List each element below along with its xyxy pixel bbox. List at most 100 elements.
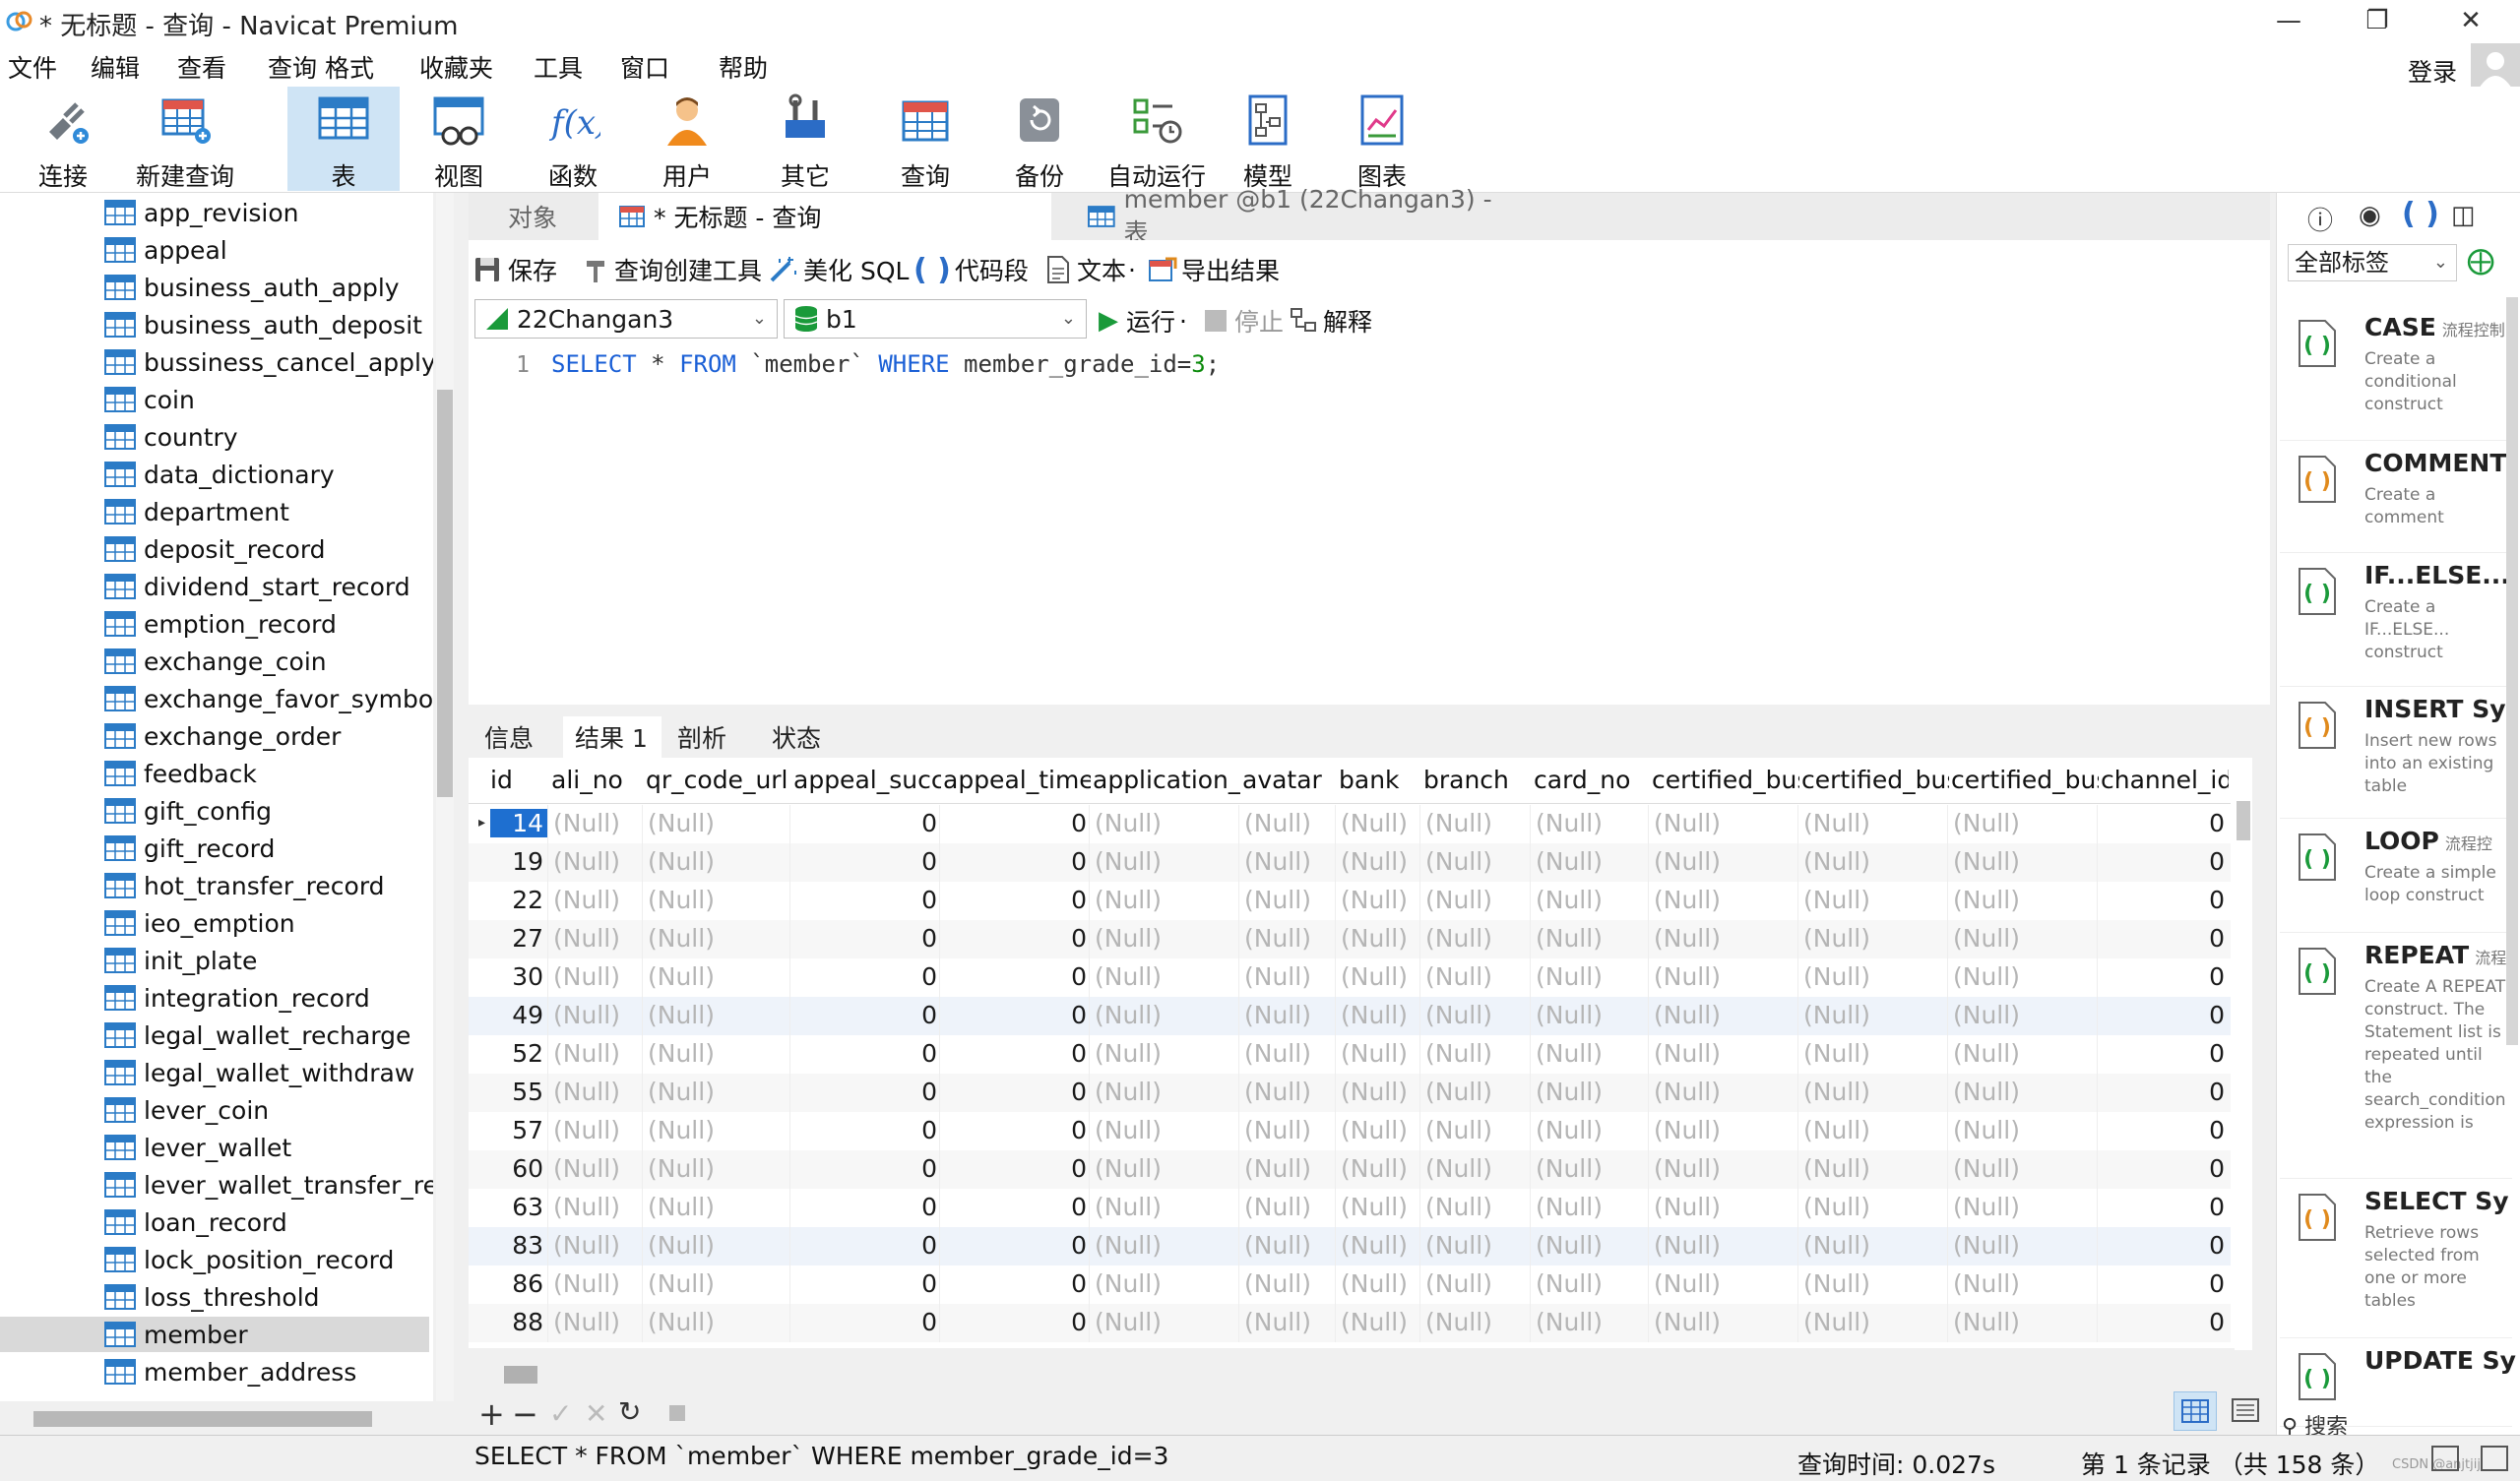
- null-cell[interactable]: (Null): [1244, 886, 1335, 914]
- null-cell[interactable]: (Null): [1244, 1001, 1335, 1029]
- sidebar-table-item[interactable]: exchange_order: [104, 718, 341, 754]
- null-cell[interactable]: (Null): [553, 1308, 642, 1336]
- null-cell[interactable]: (Null): [1095, 1116, 1238, 1144]
- stop-icon[interactable]: [669, 1405, 685, 1421]
- sidebar-table-item[interactable]: emption_record: [104, 606, 337, 642]
- sidebar-table-item[interactable]: lock_position_record: [104, 1242, 394, 1277]
- null-cell[interactable]: (Null): [1654, 1308, 1797, 1336]
- sidebar-table-item[interactable]: integration_record: [104, 980, 370, 1016]
- null-cell[interactable]: (Null): [1536, 1269, 1648, 1298]
- null-cell[interactable]: (Null): [1425, 1269, 1530, 1298]
- sidebar-table-item[interactable]: hot_transfer_record: [104, 868, 385, 903]
- numeric-cell[interactable]: 0: [793, 847, 937, 876]
- sidebar-table-item[interactable]: loan_record: [104, 1204, 287, 1240]
- toolbar-autorun-button[interactable]: 自动运行: [1102, 87, 1211, 191]
- null-cell[interactable]: (Null): [1341, 1193, 1419, 1221]
- null-cell[interactable]: (Null): [1953, 1231, 2097, 1260]
- id-cell[interactable]: 60: [490, 1154, 547, 1183]
- null-cell[interactable]: (Null): [1425, 1308, 1530, 1336]
- sidebar-hscroll-thumb[interactable]: [33, 1411, 372, 1427]
- null-cell[interactable]: (Null): [1953, 1001, 2097, 1029]
- numeric-cell[interactable]: 0: [943, 1039, 1087, 1068]
- sidebar-table-item[interactable]: exchange_favor_symbol: [104, 681, 433, 716]
- eye-icon[interactable]: ◉: [2359, 201, 2381, 230]
- null-cell[interactable]: (Null): [1425, 1231, 1530, 1260]
- toolbar-table-button[interactable]: 表: [287, 87, 400, 191]
- sidebar-table-item[interactable]: department: [104, 494, 289, 529]
- numeric-cell[interactable]: 0: [2101, 1039, 2225, 1068]
- numeric-cell[interactable]: 0: [943, 809, 1087, 837]
- snippet-item[interactable]: ( ) REPEAT 流程 Create A REPEAT construct. Th…: [2280, 941, 2512, 1179]
- null-cell[interactable]: (Null): [1536, 1193, 1648, 1221]
- null-cell[interactable]: (Null): [1536, 1001, 1648, 1029]
- toolbar-connect-button[interactable]: 连接: [14, 87, 112, 191]
- menu-file[interactable]: 文件: [8, 49, 57, 85]
- numeric-cell[interactable]: 0: [943, 1001, 1087, 1029]
- sidebar-table-item[interactable]: coin: [104, 382, 195, 417]
- sidebar-table-item[interactable]: init_plate: [104, 943, 257, 978]
- null-cell[interactable]: (Null): [648, 962, 789, 991]
- column-header[interactable]: channel_id: [2101, 766, 2229, 794]
- null-cell[interactable]: (Null): [1244, 1078, 1335, 1106]
- null-cell[interactable]: (Null): [1341, 886, 1419, 914]
- snippet-item[interactable]: ( ) INSERT Sy Insert new rows into an exis…: [2280, 695, 2512, 819]
- tab-profile[interactable]: 剖析: [665, 716, 754, 758]
- sidebar-table-item[interactable]: dividend_start_record: [104, 569, 410, 604]
- explain-button[interactable]: 解释: [1290, 303, 1372, 339]
- toolbar-others-button[interactable]: 其它: [756, 87, 854, 191]
- sidebar-table-item[interactable]: lever_wallet_transfer_recc: [104, 1167, 433, 1203]
- numeric-cell[interactable]: 0: [793, 1231, 937, 1260]
- null-cell[interactable]: (Null): [1425, 886, 1530, 914]
- sidebar-table-item[interactable]: legal_wallet_recharge: [104, 1018, 410, 1053]
- grid-hscrollbar[interactable]: [469, 1362, 2270, 1386]
- id-cell[interactable]: 27: [490, 924, 547, 953]
- numeric-cell[interactable]: 0: [943, 847, 1087, 876]
- tab-result-1[interactable]: 结果 1: [563, 716, 662, 758]
- sidebar-table-item[interactable]: exchange_coin: [104, 644, 327, 679]
- sidebar-table-item[interactable]: lever_coin: [104, 1092, 269, 1128]
- discard-x-icon[interactable]: ✕: [585, 1397, 607, 1430]
- numeric-cell[interactable]: 0: [793, 1308, 937, 1336]
- numeric-cell[interactable]: 0: [793, 1039, 937, 1068]
- numeric-cell[interactable]: 0: [943, 962, 1087, 991]
- null-cell[interactable]: (Null): [1341, 1039, 1419, 1068]
- column-header[interactable]: id: [490, 766, 549, 794]
- null-cell[interactable]: (Null): [1341, 1078, 1419, 1106]
- sidebar-table-item[interactable]: member_address: [104, 1354, 356, 1389]
- null-cell[interactable]: (Null): [1341, 924, 1419, 953]
- id-cell[interactable]: 55: [490, 1078, 547, 1106]
- null-cell[interactable]: (Null): [1953, 1078, 2097, 1106]
- null-cell[interactable]: (Null): [1095, 962, 1238, 991]
- null-cell[interactable]: (Null): [553, 1193, 642, 1221]
- null-cell[interactable]: (Null): [1425, 924, 1530, 953]
- null-cell[interactable]: (Null): [648, 1078, 789, 1106]
- grid-hscroll-thumb[interactable]: [504, 1366, 537, 1384]
- null-cell[interactable]: (Null): [648, 1001, 789, 1029]
- id-cell[interactable]: 86: [490, 1269, 547, 1298]
- null-cell[interactable]: (Null): [1953, 847, 2097, 876]
- null-cell[interactable]: (Null): [553, 1269, 642, 1298]
- null-cell[interactable]: (Null): [1803, 1039, 1947, 1068]
- null-cell[interactable]: (Null): [553, 962, 642, 991]
- null-cell[interactable]: (Null): [1803, 1078, 1947, 1106]
- null-cell[interactable]: (Null): [1095, 1001, 1238, 1029]
- null-cell[interactable]: (Null): [1953, 1269, 2097, 1298]
- info-icon[interactable]: ⓘ: [2307, 201, 2333, 237]
- panel-toggle-icon[interactable]: [2431, 1446, 2459, 1471]
- add-row-icon[interactable]: +: [478, 1395, 505, 1433]
- numeric-cell[interactable]: 0: [793, 1154, 937, 1183]
- toolbar-chart-button[interactable]: 图表: [1333, 87, 1431, 191]
- layout-icon[interactable]: ◫: [2451, 201, 2476, 230]
- numeric-cell[interactable]: 0: [793, 1193, 937, 1221]
- toolbar-view-button[interactable]: 视图: [410, 87, 508, 191]
- null-cell[interactable]: (Null): [1654, 809, 1797, 837]
- null-cell[interactable]: (Null): [1095, 1269, 1238, 1298]
- null-cell[interactable]: (Null): [1244, 1154, 1335, 1183]
- sidebar-table-item[interactable]: loss_threshold: [104, 1279, 320, 1315]
- null-cell[interactable]: (Null): [553, 1078, 642, 1106]
- null-cell[interactable]: (Null): [1095, 1039, 1238, 1068]
- null-cell[interactable]: (Null): [1095, 1231, 1238, 1260]
- null-cell[interactable]: (Null): [1425, 809, 1530, 837]
- id-cell[interactable]: 63: [490, 1193, 547, 1221]
- null-cell[interactable]: (Null): [1341, 847, 1419, 876]
